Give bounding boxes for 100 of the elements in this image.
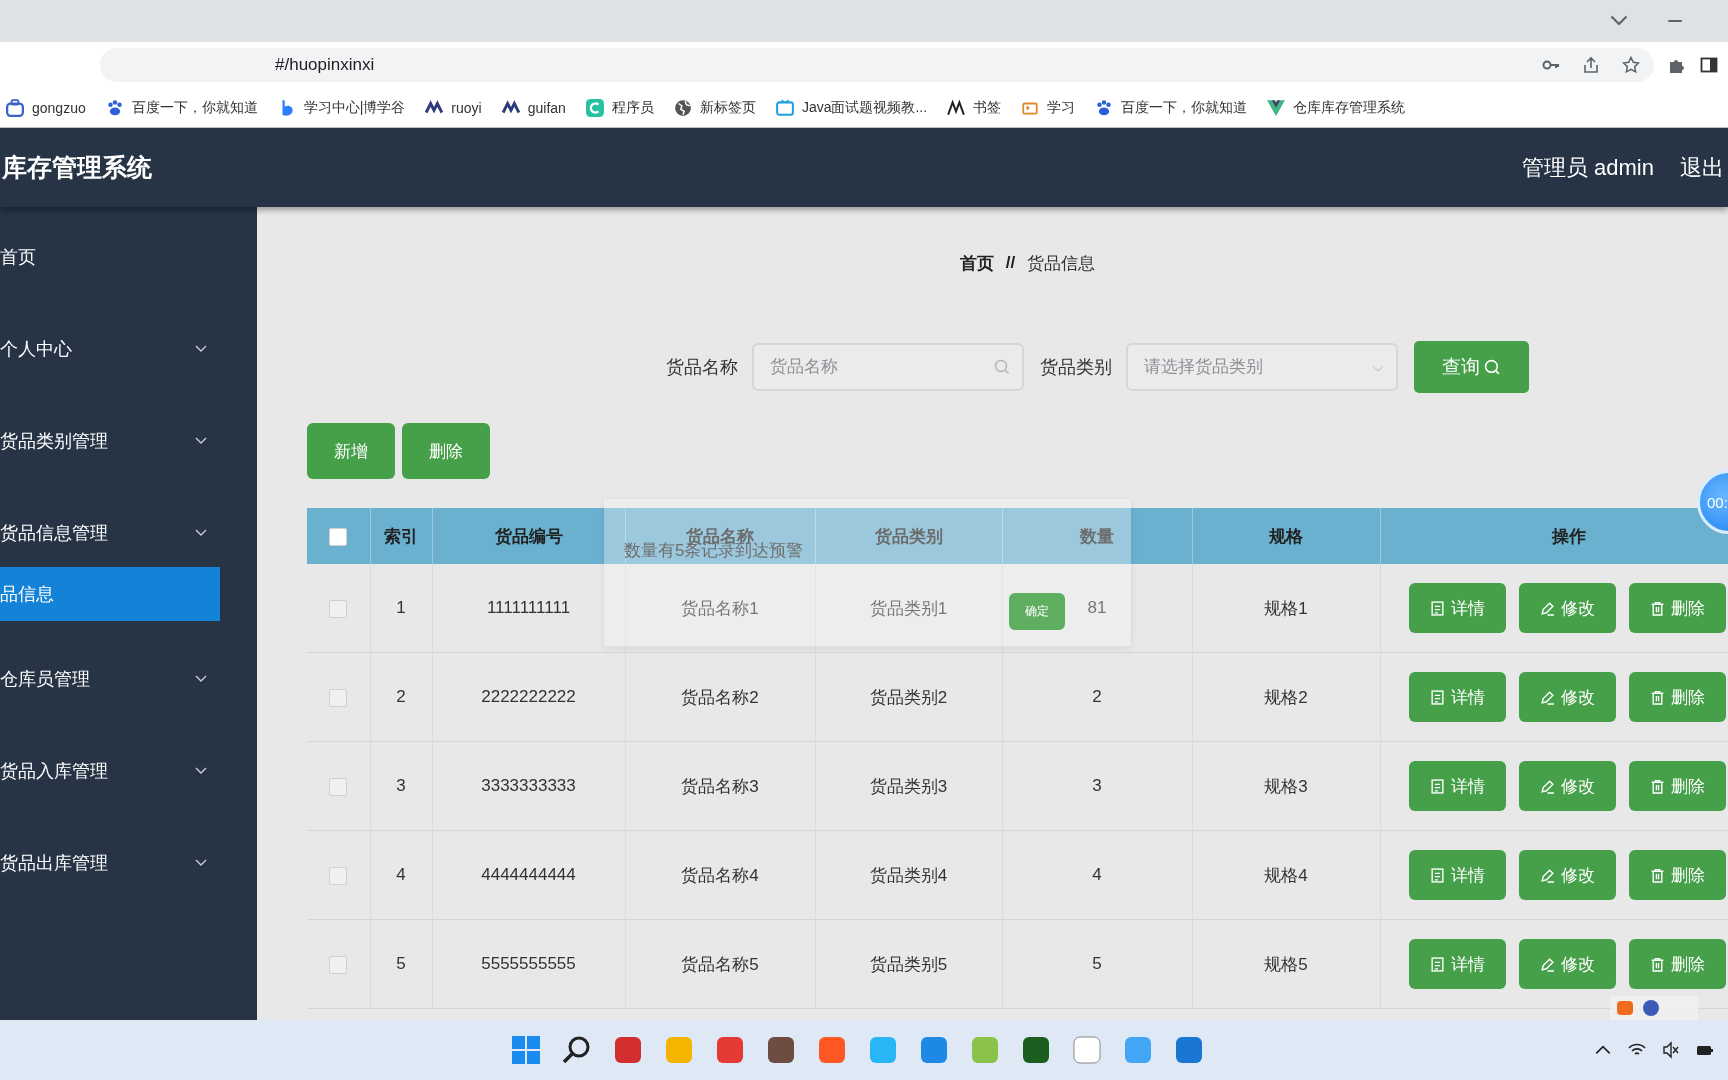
table-cell: 规格1 xyxy=(1264,598,1308,618)
star-icon[interactable] xyxy=(1622,56,1640,74)
bookmark[interactable]: Java面试题视频教... xyxy=(775,98,928,117)
bookmark[interactable]: gongzuo xyxy=(6,98,86,117)
menu-item[interactable]: 个人中心 xyxy=(0,303,257,395)
column-header: 规格 xyxy=(1269,526,1303,546)
column-header: 货品编号 xyxy=(494,526,563,546)
pencil-icon xyxy=(1539,689,1555,705)
muted-speaker-icon[interactable] xyxy=(1662,1041,1680,1059)
table-cell: 2 xyxy=(1092,687,1102,706)
tv-icon xyxy=(775,98,794,117)
paw-icon xyxy=(1095,98,1114,117)
m-logo-icon xyxy=(947,98,966,117)
bookmark[interactable]: guifan xyxy=(501,98,566,117)
chevron-down-icon xyxy=(1372,365,1384,373)
logout-link[interactable]: 退出 xyxy=(1680,152,1724,183)
pencil-icon xyxy=(1539,867,1555,883)
table-cell: 货品名称5 xyxy=(681,954,759,974)
checkbox[interactable] xyxy=(329,955,348,974)
column-header: 操作 xyxy=(1551,526,1586,546)
table-cell: 3 xyxy=(396,776,406,795)
field-label: 货品类别 xyxy=(1040,356,1112,379)
checkbox[interactable] xyxy=(329,527,348,546)
table-cell: 5 xyxy=(396,954,406,973)
submenu-item[interactable]: 品信息 xyxy=(0,567,220,621)
table-cell: 货品类别3 xyxy=(869,776,948,796)
pencil-icon xyxy=(1539,778,1555,794)
menu-item[interactable]: 货品入库管理 xyxy=(0,725,257,817)
menu-item[interactable]: 首页 xyxy=(0,211,257,303)
table-cell: 3 xyxy=(1092,776,1102,795)
bookmark[interactable]: 百度一下，你就知道 xyxy=(105,98,258,117)
bookmark[interactable]: 新标签页 xyxy=(673,98,756,117)
breadcrumb-current: 货品信息 xyxy=(1027,252,1096,275)
document-icon xyxy=(1429,689,1445,705)
ime-toolbar[interactable] xyxy=(1610,996,1698,1020)
document-icon xyxy=(1429,956,1445,972)
table-cell: 货品类别4 xyxy=(869,865,948,885)
globe-icon xyxy=(673,98,692,117)
bookmark[interactable]: 百度一下，你就知道 xyxy=(1095,98,1248,117)
bookmark[interactable]: 学习 xyxy=(1021,98,1076,117)
user-label: 管理员 admin xyxy=(1521,153,1654,182)
search-icon xyxy=(1484,358,1501,376)
bookmark[interactable]: 程序员 xyxy=(585,98,654,117)
trash-icon xyxy=(1649,956,1665,972)
ime-logo-icon xyxy=(1616,999,1634,1017)
briefcase-icon xyxy=(6,98,24,117)
table-cell: 1 xyxy=(396,598,406,617)
column-header: 货品类别 xyxy=(874,526,943,546)
checkbox[interactable] xyxy=(329,866,348,885)
bookmark[interactable]: ruoyi xyxy=(425,98,482,117)
table-cell: 2 xyxy=(396,687,406,706)
app-title: 库存管理系统 xyxy=(2,152,152,183)
side-panel-icon[interactable] xyxy=(1700,56,1718,74)
table-cell: 货品名称4 xyxy=(681,865,759,885)
column-header: 索引 xyxy=(384,526,418,546)
table-cell: 3333333333 xyxy=(481,776,576,795)
table-cell: 货品类别2 xyxy=(869,687,948,707)
trash-icon xyxy=(1649,867,1665,883)
checkbox[interactable] xyxy=(329,599,348,618)
chevron-down-icon xyxy=(195,345,207,353)
chevron-down-icon xyxy=(195,767,207,775)
column-header: 数量 xyxy=(1080,526,1114,546)
chevron-down-icon xyxy=(195,859,207,867)
bookmark[interactable]: 仓库库存管理系统 xyxy=(1267,98,1406,117)
trash-icon xyxy=(1649,778,1665,794)
table-cell: 5555555555 xyxy=(481,954,576,973)
table-cell: 4 xyxy=(396,865,406,884)
chevron-down-icon xyxy=(195,675,207,683)
pencil-icon xyxy=(1539,600,1555,616)
table-cell: 5 xyxy=(1092,954,1102,973)
pencil-icon xyxy=(1539,956,1555,972)
bookmark[interactable]: 学习中心|博学谷 xyxy=(277,98,406,117)
document-icon xyxy=(1429,867,1445,883)
v-logo-icon xyxy=(1267,98,1286,117)
table-cell: 规格5 xyxy=(1264,954,1308,974)
bookmark[interactable]: 书签 xyxy=(947,98,1002,117)
search-field[interactable]: 货品名称 xyxy=(752,343,1024,391)
document-icon xyxy=(1429,600,1445,616)
table-cell: 货品类别5 xyxy=(869,954,948,974)
checkbox[interactable] xyxy=(329,777,348,796)
table-cell: 货品名称3 xyxy=(681,776,759,796)
table-cell: 4 xyxy=(1092,865,1102,884)
table-cell: 2222222222 xyxy=(481,687,576,706)
checkbox[interactable] xyxy=(329,688,348,707)
table-cell: 货品名称2 xyxy=(681,687,759,707)
table-cell: 货品名称1 xyxy=(681,598,759,618)
menu-item[interactable]: 货品出库管理 xyxy=(0,817,257,909)
address-bar[interactable]: #/huopinxinxi xyxy=(100,48,1654,82)
windows-start-icon[interactable] xyxy=(509,1034,542,1066)
search-icon xyxy=(994,359,1010,375)
c-logo-icon xyxy=(585,98,604,117)
menu-item[interactable]: 仓库员管理 xyxy=(0,633,257,725)
menu-item[interactable]: 货品类别管理 xyxy=(0,395,257,487)
chevron-down-icon xyxy=(195,437,207,445)
trash-icon xyxy=(1649,689,1665,705)
chevron-down-icon xyxy=(195,529,207,537)
field-label: 货品名称 xyxy=(666,356,738,379)
select-field[interactable]: 请选择货品类别 xyxy=(1126,343,1398,391)
share-icon[interactable] xyxy=(1582,56,1600,74)
breadcrumb-home[interactable]: 首页 xyxy=(959,251,994,275)
